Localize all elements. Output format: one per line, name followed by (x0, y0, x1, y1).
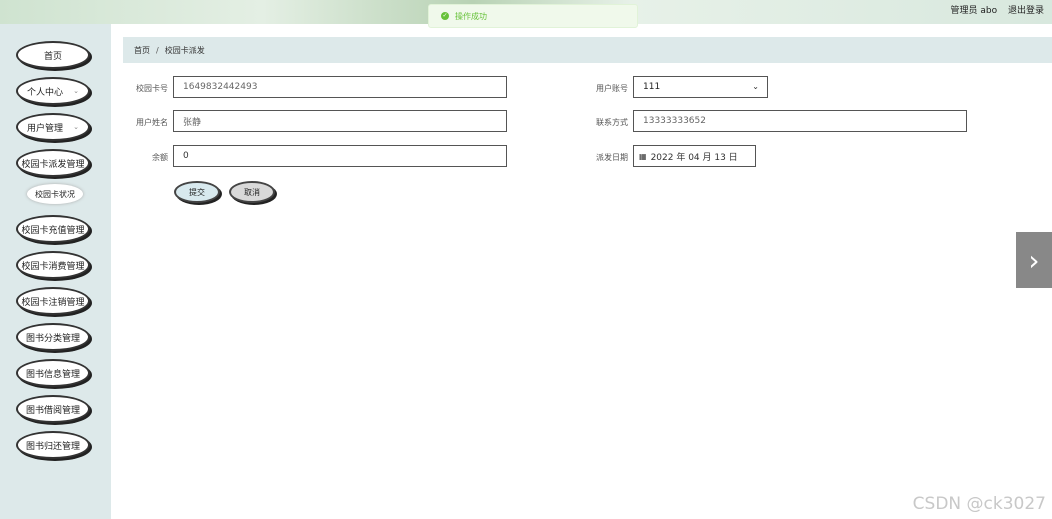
check-circle-icon: ✓ (441, 12, 449, 20)
balance-value: 0 (183, 151, 189, 161)
chevron-down-icon: ⌄ (752, 82, 759, 91)
sidebar-item-card-cancel[interactable]: 校园卡注销管理 (16, 287, 90, 315)
account-select[interactable]: 111 ⌄ (633, 76, 768, 98)
breadcrumb-separator: / (156, 45, 159, 55)
card-no-label: 校园卡号 (136, 84, 168, 93)
sidebar-item-personal-center[interactable]: 个人中心 ⌄ (16, 77, 90, 105)
admin-user-label: 管理员 abo (950, 6, 998, 16)
phone-field[interactable]: 13333333652 (633, 110, 967, 132)
date-value: 2022 年 04 月 13 日 (650, 152, 738, 163)
sidebar-item-label: 校园卡充值管理 (21, 225, 85, 236)
sidebar-item-label: 校园卡派发管理 (21, 159, 85, 170)
card-no-field[interactable]: 1649832442493 (173, 76, 507, 98)
chevron-down-icon: ⌄ (73, 87, 79, 95)
sidebar-subitem-card-status[interactable]: 校园卡状况 (27, 184, 83, 204)
chevron-right-icon[interactable]: › (1016, 232, 1052, 288)
sidebar-item-card-recharge[interactable]: 校园卡充值管理 (16, 215, 90, 243)
sidebar-item-book-return[interactable]: 图书归还管理 (16, 431, 90, 459)
sidebar-item-label: 图书归还管理 (25, 441, 80, 452)
sidebar-item-label: 图书分类管理 (25, 333, 80, 344)
phone-label: 联系方式 (596, 118, 628, 127)
toast-message: 操作成功 (455, 11, 487, 21)
sidebar-item-user-management[interactable]: 用户管理 ⌄ (16, 113, 90, 141)
name-label: 用户姓名 (136, 118, 168, 127)
submit-label: 提交 (189, 187, 205, 197)
sidebar-item-label: 图书借阅管理 (25, 405, 80, 416)
submit-button[interactable]: 提交 (174, 181, 220, 203)
sidebar-item-book-info[interactable]: 图书信息管理 (16, 359, 90, 387)
sidebar-item-label: 校园卡注销管理 (21, 297, 85, 308)
watermark: CSDN @ck3027 (912, 494, 1046, 514)
breadcrumb-current: 校园卡派发 (164, 45, 205, 55)
sidebar-item-label: 个人中心 (27, 87, 64, 98)
sidebar-item-label: 图书信息管理 (25, 369, 80, 380)
sidebar-item-label: 校园卡状况 (35, 189, 75, 199)
user-area: 管理员 abo 退出登录 (943, 3, 1045, 16)
sidebar-item-card-distribution[interactable]: 校园卡派发管理 (16, 149, 90, 177)
sidebar-item-label: 校园卡消费管理 (21, 261, 85, 272)
date-label: 派发日期 (596, 153, 628, 162)
chevron-down-icon: ⌄ (73, 123, 79, 131)
breadcrumb-home[interactable]: 首页 (134, 45, 150, 56)
logout-link[interactable]: 退出登录 (1008, 6, 1044, 16)
sidebar-item-label: 用户管理 (27, 123, 64, 134)
balance-field[interactable]: 0 (173, 145, 507, 167)
cancel-button[interactable]: 取消 (229, 181, 275, 203)
sidebar-item-card-consumption[interactable]: 校园卡消费管理 (16, 251, 90, 279)
sidebar-item-home[interactable]: 首页 (16, 41, 90, 69)
phone-value: 13333333652 (643, 116, 706, 126)
name-value: 张静 (183, 117, 202, 128)
sidebar-item-book-borrow[interactable]: 图书借阅管理 (16, 395, 90, 423)
calendar-icon: ▦ (639, 151, 647, 161)
account-value: 111 (643, 82, 661, 92)
card-no-value: 1649832442493 (183, 82, 258, 92)
success-toast: ✓ 操作成功 (428, 4, 638, 28)
sidebar-item-label: 首页 (43, 51, 62, 62)
balance-label: 余额 (152, 153, 168, 162)
name-field[interactable]: 张静 (173, 110, 507, 132)
account-label: 用户账号 (596, 84, 628, 93)
date-field[interactable]: ▦ 2022 年 04 月 13 日 (633, 145, 756, 167)
breadcrumb: 首页 / 校园卡派发 (123, 37, 1052, 63)
sidebar-item-book-category[interactable]: 图书分类管理 (16, 323, 90, 351)
cancel-label: 取消 (244, 187, 260, 197)
